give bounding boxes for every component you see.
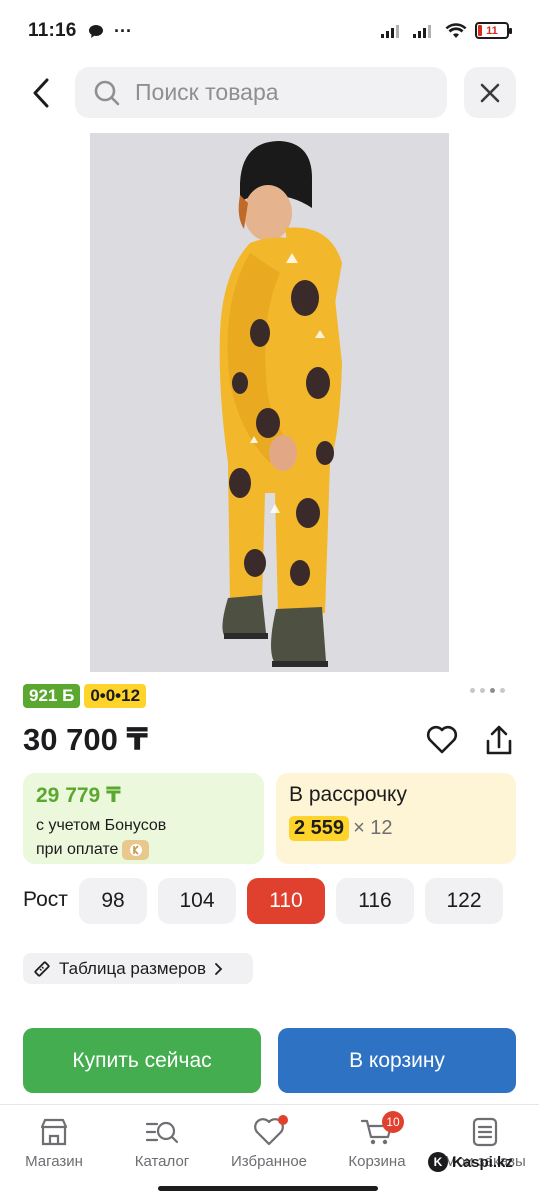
favorite-button[interactable]	[423, 721, 461, 759]
pagination-dot[interactable]	[470, 688, 475, 693]
pagination-dot[interactable]	[500, 688, 505, 693]
pagination-dot-active[interactable]	[490, 688, 495, 693]
battery-icon: 11	[475, 22, 512, 39]
bonus-price: 29 779 ₸	[36, 784, 121, 807]
nav-label: Магазин	[25, 1153, 83, 1170]
installment-label: В рассрочку	[289, 783, 407, 806]
status-more: ···	[114, 21, 132, 41]
orders-icon	[472, 1117, 498, 1147]
monthly-payment: 2 559	[289, 816, 350, 841]
search-icon	[94, 80, 120, 105]
product-photo	[90, 133, 449, 672]
size-table-label: Таблица размеров	[59, 958, 206, 978]
nav-label: Корзина	[348, 1153, 406, 1170]
status-right: 11	[381, 22, 512, 39]
product-image[interactable]	[90, 133, 449, 672]
favorites-dot	[278, 1115, 288, 1125]
size-option-116[interactable]: 116	[336, 878, 414, 924]
size-label: Рост	[23, 888, 68, 911]
kaspi-watermark: K Kaspi.kz	[428, 1152, 513, 1172]
nav-item-cart[interactable]: 10 Корзина	[332, 1111, 422, 1170]
status-notifications: ···	[88, 21, 132, 42]
nav-item-catalog[interactable]: Каталог	[117, 1117, 207, 1170]
shop-icon	[40, 1118, 68, 1146]
nav-item-shop[interactable]: Магазин	[9, 1117, 99, 1170]
bonus-note-line1: с учетом Бонусов	[36, 817, 167, 834]
catalog-search-icon	[145, 1121, 179, 1144]
battery-level: 11	[486, 24, 498, 37]
back-button[interactable]	[22, 72, 60, 114]
search-bar[interactable]	[75, 67, 447, 118]
status-bar: 11:16 ··· 11	[0, 0, 539, 62]
nav-label: Избранное	[230, 1153, 308, 1170]
size-option-110-selected[interactable]: 110	[247, 878, 325, 924]
kaspi-logo-icon: K	[428, 1152, 448, 1172]
status-time: 11:16	[28, 20, 77, 41]
share-button[interactable]	[480, 721, 518, 761]
cart-count-badge: 10	[382, 1111, 404, 1133]
watermark-text: Kaspi.kz	[452, 1153, 513, 1171]
buy-now-button[interactable]: Купить сейчас	[23, 1028, 261, 1093]
nav-label: Каталог	[134, 1153, 190, 1170]
bonus-price-card[interactable]: 29 779 ₸ с учетом Бонусов при оплате	[23, 773, 264, 864]
heart-icon	[426, 725, 458, 754]
bonus-note-line2: при оплате	[36, 841, 119, 858]
close-icon	[480, 83, 500, 102]
chevron-left-icon	[33, 78, 49, 108]
installment-months: × 12	[353, 817, 393, 839]
bonus-badge: 921 Б	[23, 684, 81, 708]
wifi-icon	[445, 22, 467, 38]
nav-item-favorites[interactable]: Избранное	[224, 1115, 314, 1170]
image-pagination	[470, 688, 505, 693]
size-table-link[interactable]: Таблица размеров	[23, 953, 253, 984]
kaspi-gold-icon	[122, 839, 150, 860]
product-badges: 921 Б 0•0•12	[23, 684, 147, 708]
ruler-icon	[34, 960, 50, 977]
chat-bubble-icon	[89, 24, 103, 38]
search-input[interactable]	[135, 79, 415, 106]
size-option-104[interactable]: 104	[158, 878, 236, 924]
clear-search-button[interactable]	[464, 67, 516, 118]
installment-badge: 0•0•12	[84, 684, 147, 708]
pagination-dot[interactable]	[480, 688, 485, 693]
size-option-98[interactable]: 98	[79, 878, 147, 924]
signal-2-icon	[413, 24, 431, 38]
size-option-122[interactable]: 122	[425, 878, 503, 924]
signal-icon	[381, 24, 399, 38]
share-icon	[486, 725, 512, 755]
product-price: 30 700 ₸	[23, 722, 148, 757]
chevron-right-icon	[215, 962, 223, 975]
home-indicator[interactable]	[158, 1186, 378, 1191]
add-to-cart-button[interactable]: В корзину	[278, 1028, 516, 1093]
installment-card[interactable]: В рассрочку 2 559 × 12	[276, 773, 516, 864]
